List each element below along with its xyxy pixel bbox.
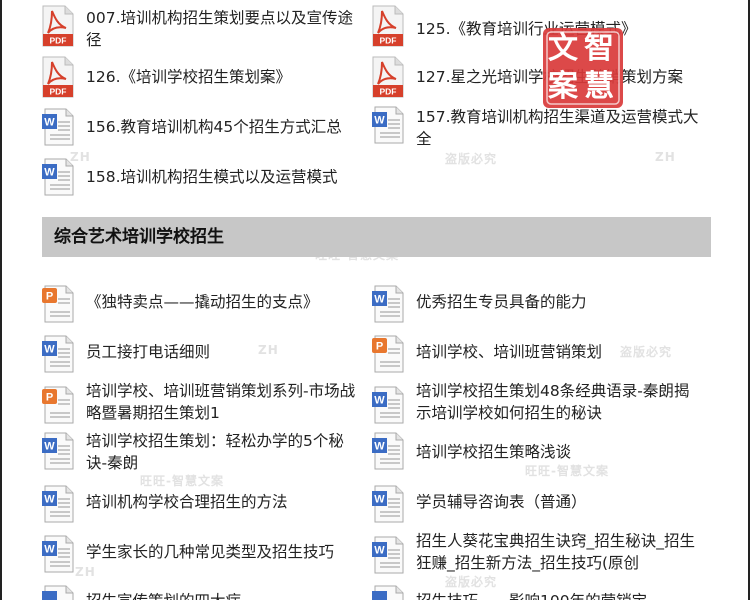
list-item-label: 员工接打电话细则 [86,343,211,361]
list-item-label: 培训学校、培训班营销策划系列-市场战略暨暑期招生策划1 [86,382,356,422]
list-item[interactable]: 招生宣传策划的四大症 [42,585,362,600]
list-item-label: 培训学校招生策略浅谈 [416,443,572,461]
word-file-icon: W [372,485,404,525]
word-file-icon: W [372,536,404,576]
list-item-label: 招生宣传策划的四大症 [86,590,362,600]
word-file-icon: W [42,535,74,575]
left-frame-line [0,0,2,600]
pdf-file-icon: PDF [372,56,404,98]
list-item[interactable]: PDF 007.培训机构招生策划要点以及宣传途径 [42,5,362,53]
svg-text:P: P [46,291,53,303]
list-item[interactable]: P 培训学校、培训班营销策划系列-市场战略暨暑期招生策划1 [42,380,362,428]
list-item[interactable]: PDF 126.《培训学校招生策划案》 [42,56,362,100]
word-file-icon: W [42,108,74,148]
list-item[interactable]: W 培训学校招生策划：轻松办学的5个秘诀-秦朗 [42,430,362,478]
list-item-label: 007.培训机构招生策划要点以及宣传途径 [86,9,354,49]
word-file-icon: W [42,485,74,525]
pdf-file-icon: PDF [42,5,74,47]
seal-stamp: 文 智 案 慧 [540,25,626,111]
svg-text:PDF: PDF [380,87,397,97]
svg-text:W: W [44,494,55,506]
list-item-label: 培训学校招生策划48条经典语录-秦朗揭示培训学校如何招生的秘诀 [416,382,690,422]
list-item[interactable]: W 优秀招生专员具备的能力 [372,285,692,325]
list-item[interactable]: W 157.教育培训机构招生渠道及运营模式大全 [372,106,699,154]
list-item-label: 优秀招生专员具备的能力 [416,293,587,311]
svg-text:W: W [44,117,55,129]
word-file-icon: W [372,285,404,325]
list-item[interactable]: W 培训机构学校合理招生的方法 [42,485,362,525]
list-item[interactable]: W 员工接打电话细则 [42,335,362,375]
section-title: 综合艺术培训学校招生 [54,227,224,247]
ppt-file-icon: P [42,285,74,325]
list-item-label: 126.《培训学校招生策划案》 [86,68,292,86]
list-item[interactable]: P 培训学校、培训班营销策划 [372,335,692,375]
svg-text:P: P [46,392,53,404]
list-item[interactable]: W 学生家长的几种常见类型及招生技巧 [42,535,362,575]
svg-text:P: P [376,341,383,353]
list-item-label: 157.教育培训机构招生渠道及运营模式大全 [416,108,699,148]
list-item-label: 158.培训机构招生模式以及运营模式 [86,168,338,186]
list-item[interactable]: W 学员辅导咨询表（普通） [372,485,692,525]
svg-text:W: W [44,544,55,556]
word-file-icon: W [372,432,404,472]
seal-char: 慧 [584,69,614,104]
list-item[interactable]: PDF 125.《教育培训行业运营模式》 [372,5,692,53]
svg-text:PDF: PDF [50,87,67,97]
svg-text:PDF: PDF [50,36,67,46]
svg-text:W: W [374,294,385,306]
list-item[interactable]: W 培训学校招生策略浅谈 [372,432,692,472]
seal-char: 文 [548,31,578,66]
word-file-icon [372,585,404,600]
list-item-label: 培训学校、培训班营销策划 [416,343,603,361]
section-header: 综合艺术培训学校招生 [42,217,711,257]
list-item-label: 招生人葵花宝典招生诀窍_招生秘诀_招生狂赚_招生新方法_招生技巧(原创 [416,532,696,572]
pdf-file-icon: PDF [372,5,404,47]
list-item[interactable]: 招生技巧——影响100年的营销宝 [372,585,692,600]
list-item-label: 招生技巧——影响100年的营销宝 [416,590,692,600]
seal-char: 智 [584,31,614,66]
pdf-file-icon: PDF [42,56,74,98]
list-item-label: 培训机构学校合理招生的方法 [86,493,288,511]
list-item[interactable]: W 158.培训机构招生模式以及运营模式 [42,158,362,202]
word-file-icon: W [42,158,74,198]
list-item[interactable]: P 《独特卖点——撬动招生的支点》 [42,285,362,325]
ppt-file-icon: P [42,386,74,426]
word-file-icon: W [372,106,404,146]
list-item[interactable]: W 培训学校招生策划48条经典语录-秦朗揭示培训学校如何招生的秘诀 [372,380,692,428]
svg-text:W: W [374,494,385,506]
list-item[interactable]: W 156.教育培训机构45个招生方式汇总 [42,108,362,152]
svg-text:W: W [374,115,385,127]
list-item-label: 156.教育培训机构45个招生方式汇总 [86,118,342,136]
svg-text:W: W [44,441,55,453]
word-file-icon: W [42,335,74,375]
word-file-icon [42,585,74,600]
list-item-label: 学员辅导咨询表（普通） [416,493,587,511]
list-item[interactable]: W 招生人葵花宝典招生诀窍_招生秘诀_招生狂赚_招生新方法_招生技巧(原创 [372,530,695,578]
list-item-label: 培训学校招生策划：轻松办学的5个秘诀-秦朗 [86,432,344,472]
word-file-icon: W [372,386,404,426]
svg-text:W: W [374,545,385,557]
list-item-label: 《独特卖点——撬动招生的支点》 [86,293,319,311]
seal-char: 案 [548,69,578,104]
svg-text:W: W [374,395,385,407]
ppt-file-icon: P [372,335,404,375]
svg-text:PDF: PDF [380,36,397,46]
svg-text:W: W [44,167,55,179]
word-file-icon: W [42,432,74,472]
list-item-label: 学生家长的几种常见类型及招生技巧 [86,543,335,561]
svg-text:W: W [374,441,385,453]
list-item[interactable]: PDF 127.星之光培训学校招生营销策划方案 [372,56,692,100]
svg-text:W: W [44,344,55,356]
